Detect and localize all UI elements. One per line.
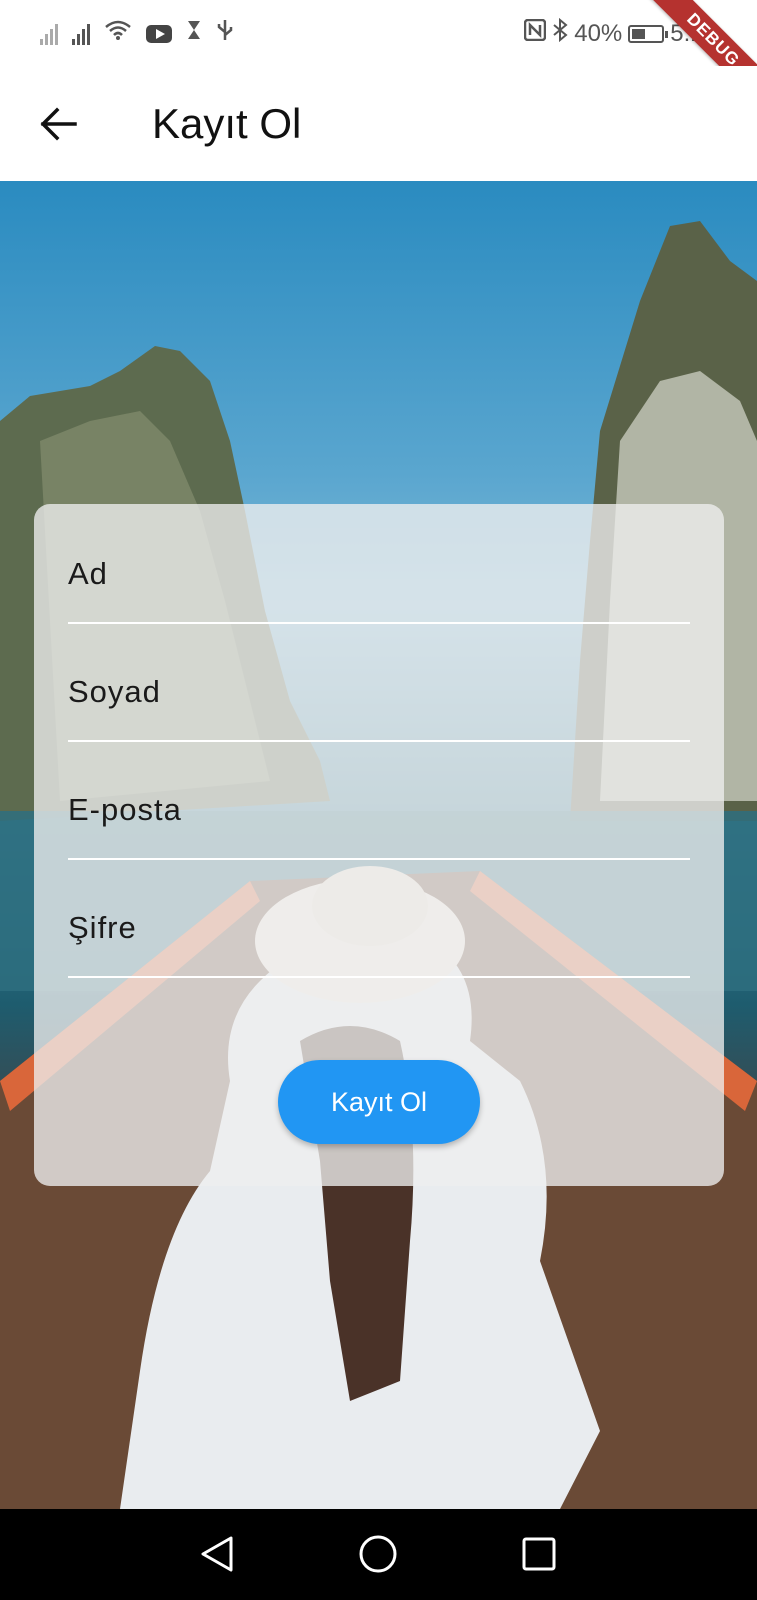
- circle-home-icon: [359, 1535, 397, 1573]
- wifi-icon: [104, 19, 132, 48]
- signal-no-sim-icon: [40, 23, 58, 45]
- register-form-card: Kayıt Ol: [34, 504, 724, 1186]
- nfc-icon: [523, 18, 547, 48]
- app-bar: Kayıt Ol: [0, 66, 757, 181]
- status-bar: 40% 5:14 DEBUG: [0, 0, 757, 114]
- square-recents-icon: [522, 1537, 556, 1571]
- email-input[interactable]: [68, 792, 690, 828]
- register-button[interactable]: Kayıt Ol: [278, 1060, 480, 1144]
- password-field: [68, 858, 690, 978]
- nav-back-button[interactable]: [194, 1531, 240, 1577]
- usb-icon: [216, 18, 234, 49]
- ad-field: [68, 504, 690, 624]
- page-title: Kayıt Ol: [152, 100, 302, 147]
- battery-icon: [628, 24, 669, 43]
- arrow-left-icon: [40, 107, 77, 141]
- hourglass-icon: [186, 19, 202, 48]
- password-input[interactable]: [68, 910, 690, 946]
- youtube-icon: [146, 24, 172, 43]
- surname-input[interactable]: [68, 674, 690, 710]
- triangle-back-icon: [201, 1536, 233, 1572]
- soyad-field: [68, 622, 690, 742]
- system-nav-bar: [0, 1509, 757, 1600]
- name-input[interactable]: [68, 556, 690, 592]
- nav-home-button[interactable]: [355, 1531, 401, 1577]
- battery-percent: 40%: [574, 19, 623, 47]
- nav-recents-button[interactable]: [516, 1531, 562, 1577]
- bluetooth-icon: [552, 17, 568, 49]
- status-icons-left: [40, 18, 234, 49]
- email-field: [68, 740, 690, 860]
- signal-icon: [72, 23, 90, 45]
- back-button[interactable]: [30, 96, 86, 152]
